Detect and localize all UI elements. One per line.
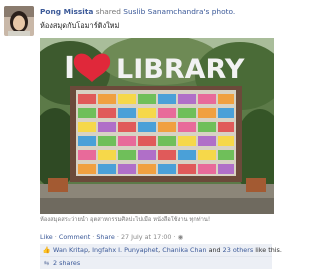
likes-others-link[interactable]: 23 others [223, 246, 254, 254]
post-caption: ห้องสมุดกับโอมาร์ติงใหม่ [40, 21, 120, 30]
library-photo: I LIBRARY [30, 35, 286, 214]
shares-summary[interactable]: ⇆ 2 shares [40, 257, 272, 269]
avatar-image [4, 6, 34, 36]
post-timestamp[interactable]: 27 July at 17:00 [121, 233, 172, 241]
sep: · [54, 233, 57, 241]
shared-photo[interactable]: I LIBRARY [30, 35, 286, 214]
author-avatar[interactable] [4, 6, 34, 36]
author-name-link[interactable]: Pong Missita [40, 7, 93, 16]
post-actions: Like · Comment · Share · 27 July at 17:0… [40, 233, 183, 241]
sep: · [92, 233, 95, 241]
post-header: Pong Missita shared Suslib Sanamchandra'… [40, 7, 296, 16]
privacy-globe-icon[interactable]: ◉ [178, 233, 184, 241]
photo-caption: ห้องสมุดสระว่ายน้ำ อุตสาหกรรมศิลปะไปเมื่… [40, 217, 211, 223]
likes-and: and [208, 246, 221, 254]
likes-suffix: like this. [255, 246, 282, 254]
like-link[interactable]: Like [40, 233, 53, 241]
likes-summary: 👍 Wan Kritap, Ingfahx I. Punyaphet, Chan… [40, 244, 282, 257]
thumbs-up-icon: 👍 [42, 246, 51, 254]
sep: · [173, 233, 176, 241]
svg-text:I: I [64, 51, 75, 86]
share-verb: shared [95, 7, 121, 16]
source-photo-link[interactable]: photo. [212, 7, 236, 16]
liker-name[interactable]: Wan Kritap [53, 246, 88, 254]
share-icon: ⇆ [43, 259, 50, 267]
comment-link[interactable]: Comment [59, 233, 90, 241]
source-author-link[interactable]: Suslib Sanamchandra's [123, 7, 209, 16]
shares-count[interactable]: 2 shares [53, 259, 80, 267]
photo-sign-text: LIBRARY [116, 54, 245, 85]
liker-name[interactable]: Chanika Chan [162, 246, 206, 254]
sep: · [116, 233, 119, 241]
share-link[interactable]: Share [96, 233, 114, 241]
liker-name[interactable]: Ingfahx I. Punyaphet [92, 246, 158, 254]
